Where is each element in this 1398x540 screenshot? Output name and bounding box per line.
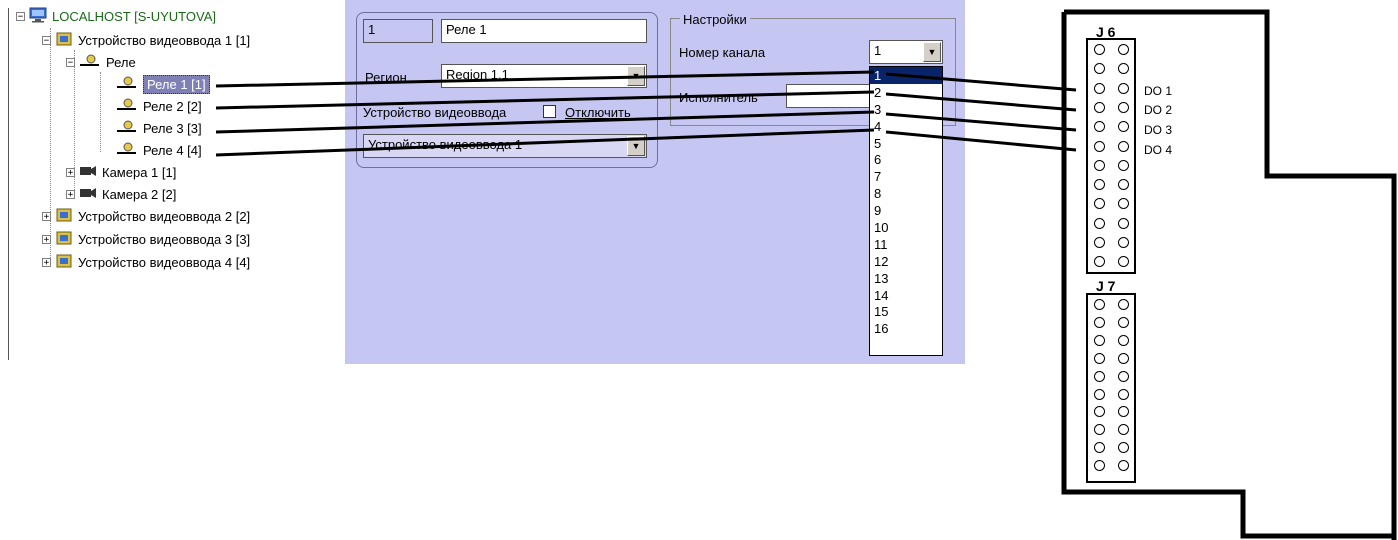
wire-do-3 [885, 112, 1077, 132]
wire-do-2 [885, 92, 1077, 112]
wire-relay-3 [215, 110, 875, 134]
connection-wires [215, 70, 1077, 157]
wire-relay-4 [215, 128, 875, 157]
wire-do-1 [885, 72, 1077, 92]
wire-do-4 [885, 130, 1077, 152]
wire-relay-2 [215, 90, 875, 110]
wire-relay-1 [215, 70, 875, 88]
